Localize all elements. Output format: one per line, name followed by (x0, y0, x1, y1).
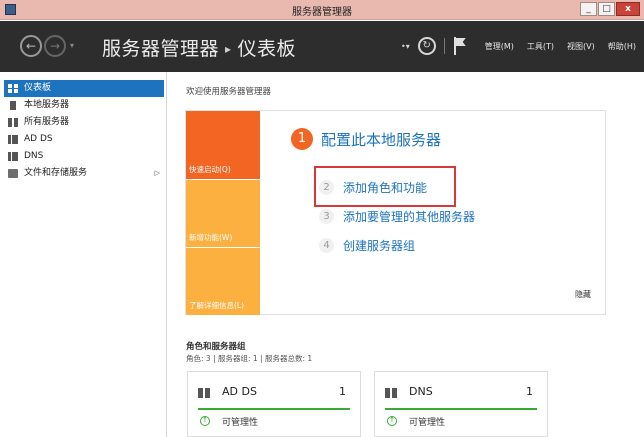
step-configure-local-server[interactable]: 1 配置此本地服务器 (291, 128, 441, 150)
role-icon (8, 135, 18, 144)
tile-label: 新增功能(W) (189, 233, 233, 242)
step-label: 配置此本地服务器 (321, 130, 442, 149)
hide-link[interactable]: 隐藏 (575, 289, 591, 300)
step-number: 1 (291, 128, 313, 150)
highlight-box (314, 166, 456, 207)
tile-whats-new[interactable]: 新增功能(W) (186, 179, 260, 247)
role-card-dns[interactable]: DNS 1 ↑ 可管理性 (374, 371, 548, 437)
sidebar-item-label: 本地服务器 (24, 100, 70, 110)
card-title: DNS (409, 385, 433, 398)
status-label[interactable]: 可管理性 (409, 415, 445, 428)
sidebar-item-file-storage[interactable]: 文件和存储服务 ▷ (4, 165, 164, 182)
sidebar-divider (166, 72, 167, 437)
header-divider (443, 38, 445, 54)
sidebar-item-label: AD DS (24, 134, 53, 144)
sidebar-item-dns[interactable]: DNS (4, 148, 164, 165)
breadcrumb: 服务器管理器 ▸ 仪表板 (102, 34, 296, 61)
menu-help[interactable]: 帮助(H) (608, 41, 636, 52)
notifications-flag-icon[interactable] (453, 37, 467, 55)
step-add-other-servers[interactable]: 3 添加要管理的其他服务器 (319, 208, 475, 225)
menu-bar: 管理(M) 工具(T) 视图(V) 帮助(H) (485, 41, 636, 52)
card-count: 1 (339, 385, 346, 398)
role-icon (385, 388, 397, 398)
roles-section-title: 角色和服务器组 (186, 342, 246, 352)
forward-button[interactable]: → (44, 35, 66, 57)
sidebar-item-label: DNS (24, 151, 44, 161)
menu-tools[interactable]: 工具(T) (527, 41, 554, 52)
tile-learn-more[interactable]: 了解详细信息(L) (186, 247, 260, 315)
welcome-heading: 欢迎使用服务器管理器 (186, 87, 272, 97)
breadcrumb-current: 仪表板 (237, 38, 297, 60)
chevron-right-icon[interactable]: ▷ (155, 165, 160, 182)
status-bar (198, 408, 350, 410)
refresh-icon[interactable]: ↻ (417, 37, 436, 55)
step-label: 创建服务器组 (343, 239, 416, 253)
menu-view[interactable]: 视图(V) (567, 41, 595, 52)
tile-quick-start[interactable]: 快速启动(Q) (186, 111, 260, 179)
role-icon (8, 152, 18, 161)
breadcrumb-separator-icon: ▸ (225, 42, 232, 56)
history-dropdown-icon[interactable]: ▾ (70, 41, 74, 50)
roles-summary: 角色: 3 | 服务器组: 1 | 服务器总数: 1 (186, 354, 313, 363)
arrow-left-icon: ← (25, 39, 37, 53)
step-number: 4 (319, 238, 334, 253)
header-bar: ← → ▾ 服务器管理器 ▸ 仪表板 •▾ ↻ 管理(M) 工具(T) 视图(V) … (0, 21, 644, 72)
step-label: 添加要管理的其他服务器 (343, 210, 476, 224)
title-bar: 服务器管理器 _ □ x (0, 0, 644, 20)
role-icon (198, 388, 210, 398)
sidebar-item-ad-ds[interactable]: AD DS (4, 131, 164, 148)
folder-icon (8, 169, 18, 178)
header-actions: •▾ ↻ 管理(M) 工具(T) 视图(V) 帮助(H) (401, 37, 636, 55)
maximize-button[interactable]: □ (598, 2, 615, 16)
sidebar-item-local-server[interactable]: 本地服务器 (4, 97, 164, 114)
close-button[interactable]: x (616, 2, 640, 16)
menu-manage[interactable]: 管理(M) (485, 41, 514, 52)
sidebar: 仪表板 本地服务器 所有服务器 AD DS DNS 文件和存储服务 ▷ (4, 80, 164, 425)
status-bar (385, 408, 537, 410)
dropdown-dot-icon[interactable]: •▾ (401, 42, 410, 51)
step-create-server-group[interactable]: 4 创建服务器组 (319, 237, 415, 254)
window-title: 服务器管理器 (292, 7, 352, 18)
back-button[interactable]: ← (20, 35, 42, 57)
breadcrumb-root[interactable]: 服务器管理器 (102, 38, 219, 60)
sidebar-item-label: 仪表板 (24, 83, 52, 93)
sidebar-item-label: 文件和存储服务 (24, 168, 88, 178)
step-number: 3 (319, 209, 334, 224)
card-title: AD DS (222, 385, 257, 398)
arrow-right-icon: → (49, 39, 61, 53)
status-ok-icon: ↑ (387, 416, 397, 426)
role-card-ad-ds[interactable]: AD DS 1 ↑ 可管理性 (187, 371, 361, 437)
minimize-button[interactable]: _ (580, 2, 597, 16)
sidebar-item-label: 所有服务器 (24, 117, 70, 127)
quick-start-panel: 快速启动(Q) 新增功能(W) 了解详细信息(L) 1 配置此本地服务器 2 添… (185, 110, 606, 315)
sidebar-item-all-servers[interactable]: 所有服务器 (4, 114, 164, 131)
status-ok-icon: ↑ (200, 416, 210, 426)
servers-icon (8, 118, 18, 127)
sidebar-item-dashboard[interactable]: 仪表板 (4, 80, 164, 97)
tile-label: 快速启动(Q) (189, 165, 231, 174)
tile-label: 了解详细信息(L) (189, 301, 245, 310)
card-count: 1 (526, 385, 533, 398)
dashboard-icon (8, 84, 18, 93)
server-icon (10, 101, 16, 110)
window-controls: _ □ x (580, 2, 640, 16)
status-label[interactable]: 可管理性 (222, 415, 258, 428)
